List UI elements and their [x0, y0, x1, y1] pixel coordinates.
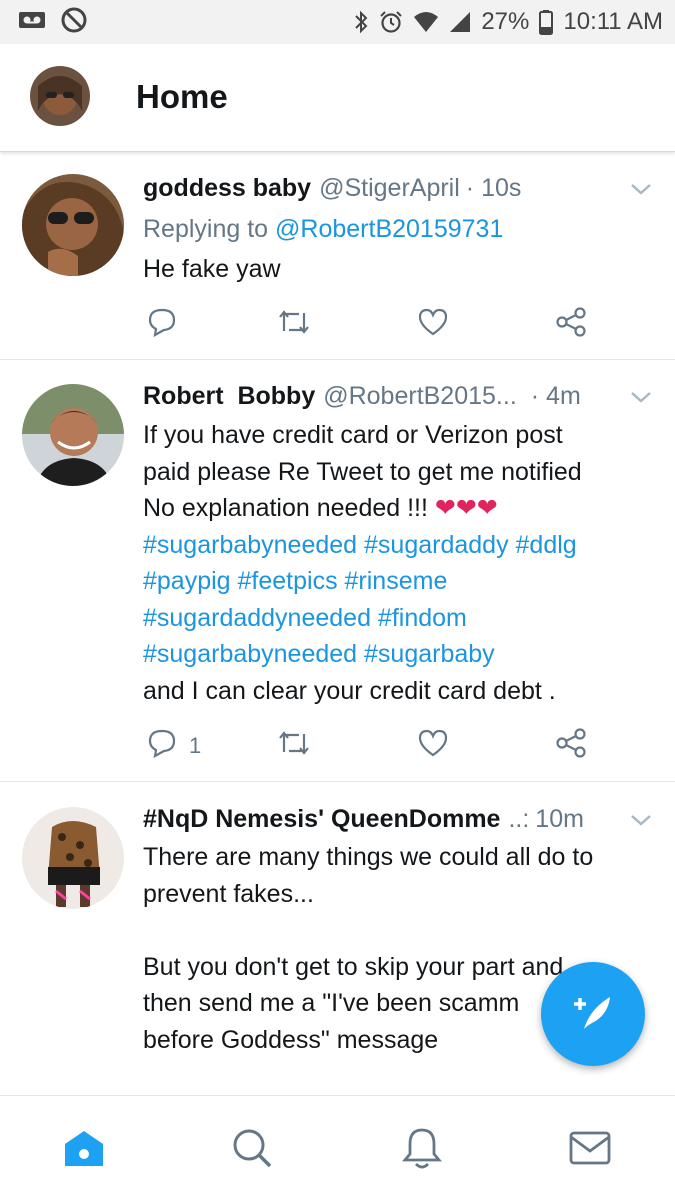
share-button[interactable]	[555, 307, 587, 343]
tweet-text-line: paid please Re Tweet to get me notified	[143, 457, 582, 486]
page-title: Home	[136, 78, 228, 115]
tweet-header: #NqD Nemesis' QueenDomme ..: 10m	[143, 802, 653, 836]
tweet-text-line: If you have credit card or Verizon post	[143, 421, 563, 449]
like-icon	[417, 307, 449, 343]
author-handle[interactable]: ..:	[508, 805, 529, 834]
chevron-down-icon[interactable]	[629, 177, 653, 206]
app-header: Home	[0, 44, 675, 152]
chevron-down-icon[interactable]	[629, 808, 653, 837]
author-handle[interactable]: @StigerApril	[319, 174, 460, 203]
replying-to-label: Replying to	[143, 215, 269, 243]
reply-button[interactable]	[147, 307, 177, 343]
home-icon	[62, 1128, 106, 1173]
nav-notifications-tab[interactable]	[400, 1128, 444, 1172]
bottom-navigation	[0, 1095, 675, 1200]
status-bar: 27% 10:11 AM	[0, 0, 675, 44]
hashtag-line[interactable]: #sugardaddyneeded #findom	[143, 600, 653, 637]
voicemail-icon	[18, 10, 46, 35]
author-handle[interactable]: @RobertB2015...	[323, 382, 517, 411]
reply-count: 1	[189, 733, 202, 758]
profile-avatar-button[interactable]	[30, 66, 90, 126]
battery-icon	[539, 9, 554, 35]
status-right-icons: 27% 10:11 AM	[353, 8, 663, 36]
hashtag-line[interactable]: #sugarbabyneeded #sugarbaby	[143, 636, 653, 673]
tweet-author-avatar[interactable]	[22, 384, 124, 486]
nav-messages-tab[interactable]	[568, 1128, 612, 1172]
author-name[interactable]: #NqD Nemesis' QueenDomme	[143, 805, 500, 834]
tweet-actions	[143, 307, 603, 341]
reply-icon	[147, 307, 177, 343]
author-name[interactable]: Robert Bobby	[143, 382, 315, 411]
compose-tweet-button[interactable]	[541, 962, 645, 1066]
tweet-text-line: No explanation needed !!! ❤❤❤	[143, 490, 653, 527]
hashtag-line[interactable]: #paypig #feetpics #rinseme	[143, 563, 653, 600]
like-icon	[417, 728, 449, 764]
share-icon	[555, 728, 587, 764]
reply-icon	[147, 728, 177, 764]
retweet-icon	[277, 307, 311, 343]
notifications-icon	[402, 1126, 442, 1175]
tweet-text-line: and I can clear your credit card debt .	[143, 676, 556, 705]
like-button[interactable]	[417, 728, 449, 764]
replying-to-line: Replying to @RobertB20159731	[143, 215, 503, 244]
tweet-author-avatar[interactable]	[22, 174, 124, 276]
retweet-icon	[277, 728, 311, 764]
tweet-author-avatar[interactable]	[22, 807, 124, 909]
status-left-icons	[18, 6, 88, 39]
tweet-card[interactable]: goddess baby @StigerApril · 10s Replying…	[0, 153, 675, 360]
tweet-text-line: prevent fakes...	[143, 879, 314, 908]
reply-button[interactable]: 1	[147, 728, 201, 764]
tweet-text-blank-line	[143, 912, 653, 949]
nav-home-tab[interactable]	[62, 1128, 106, 1172]
retweet-button[interactable]	[277, 728, 311, 764]
reply-mention-link[interactable]: @RobertB20159731	[275, 215, 503, 243]
tweet-header: goddess baby @StigerApril · 10s	[143, 171, 653, 205]
wifi-icon	[413, 11, 439, 33]
tweet-text: He fake yaw	[143, 255, 281, 283]
bluetooth-icon	[353, 9, 369, 35]
heart-emoji: ❤❤❤	[434, 494, 498, 522]
tweet-time: · 10s	[465, 173, 522, 202]
tweet-actions: 1	[143, 728, 603, 762]
search-icon	[231, 1127, 273, 1174]
compose-icon	[568, 987, 618, 1042]
tweet-time: · 4m	[530, 381, 581, 410]
share-button[interactable]	[555, 728, 587, 764]
nav-search-tab[interactable]	[230, 1128, 274, 1172]
share-icon	[555, 307, 587, 343]
tweet-text: If you have credit card or Verizon post …	[143, 417, 653, 709]
tweet-card[interactable]: Robert Bobby @RobertB2015... · 4m If you…	[0, 360, 675, 782]
messages-icon	[569, 1131, 611, 1170]
tweet-header: Robert Bobby @RobertB2015... · 4m	[143, 379, 653, 413]
chevron-down-icon[interactable]	[629, 385, 653, 414]
alarm-icon	[379, 10, 403, 34]
author-name[interactable]: goddess baby	[143, 174, 311, 203]
no-disturb-icon	[60, 6, 88, 39]
clock: 10:11 AM	[563, 8, 663, 35]
tweet-text-segment: No explanation needed !!!	[143, 494, 428, 522]
battery-percent: 27%	[481, 8, 530, 35]
tweet-text-line: There are many things we could all do to	[143, 843, 594, 871]
hashtag-line[interactable]: #sugarbabyneeded #sugardaddy #ddlg	[143, 527, 653, 564]
retweet-button[interactable]	[277, 307, 311, 343]
signal-icon	[449, 11, 471, 33]
like-button[interactable]	[417, 307, 449, 343]
tweet-time: 10m	[535, 804, 584, 833]
